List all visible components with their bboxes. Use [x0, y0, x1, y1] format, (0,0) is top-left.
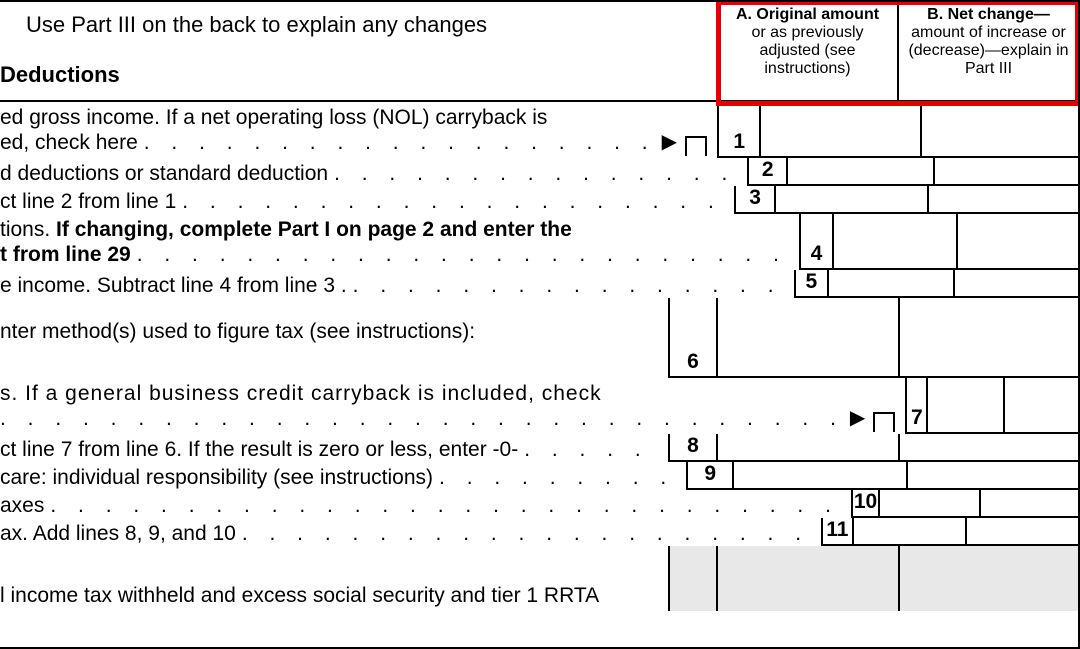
line-1-amount-b[interactable] — [922, 102, 1078, 158]
last-amount-b-greyed — [900, 546, 1078, 611]
line-5-amount-b[interactable] — [955, 270, 1078, 298]
col-header-a: A. Original amountor as previously adjus… — [718, 0, 899, 100]
line-4-text-bold: If changing, complete Part I on page 2 a… — [56, 218, 572, 241]
line-7-text-a: s. If a general business credit carrybac… — [0, 380, 899, 407]
line-4-amount-a[interactable] — [834, 214, 958, 270]
line-4-number: 4 — [799, 214, 834, 270]
method-text-a: nter method(s) used to figure tax (see i… — [0, 318, 662, 345]
arrow-icon: ▶ — [662, 131, 677, 156]
line-4-amount-b[interactable] — [958, 214, 1078, 270]
line-6-number: 6 — [668, 298, 718, 378]
line-1-amount-a[interactable] — [761, 102, 921, 158]
line-2-number: 2 — [747, 158, 788, 186]
line-2-amount-a[interactable] — [788, 158, 935, 186]
last-number-greyed — [668, 546, 718, 611]
header-instruction-area: Use Part III on the back to explain any … — [0, 2, 716, 102]
col-b-sub: amount of increase or (decrease)—explain… — [908, 24, 1068, 77]
line-3-number: 3 — [734, 186, 777, 214]
last-row: l income tax withheld and excess social … — [0, 546, 1078, 611]
line-5-number: 5 — [794, 270, 830, 298]
line-1-row: ed gross income. If a net operating loss… — [0, 102, 1078, 158]
line-11-text: ax. Add lines 8, 9, and 10. . . . . . . … — [0, 518, 821, 546]
line-11-text-a: ax. Add lines 8, 9, and 10 — [0, 520, 236, 547]
line-9-text-a: care: individual responsibility (see ins… — [0, 464, 433, 491]
line-10-amount-a[interactable] — [880, 490, 981, 518]
line-11-amount-a[interactable] — [854, 518, 968, 546]
line-7-row: s. If a general business credit carrybac… — [0, 378, 1078, 434]
line-4-text: tions. If changing, complete Part I on p… — [0, 214, 799, 270]
top-row: Use Part III on the back to explain any … — [0, 2, 1078, 102]
line-3-text: ct line 2 from line 1. . . . . . . . . .… — [0, 186, 734, 214]
line-3-text-a: ct line 2 from line 1 — [0, 188, 176, 215]
use-part-iii-text: Use Part III on the back to explain any … — [26, 12, 704, 38]
line-8-text-a: ct line 7 from line 6. If the result is … — [0, 436, 518, 463]
line-11-amount-b[interactable] — [967, 518, 1078, 546]
line-9-amount-a[interactable] — [734, 462, 908, 490]
arrow-icon: ▶ — [850, 407, 865, 432]
line-5-amount-a[interactable] — [829, 270, 955, 298]
line-8-amount-b[interactable] — [900, 434, 1078, 462]
method-row: nter method(s) used to figure tax (see i… — [0, 298, 1078, 378]
line-11-number: 11 — [821, 518, 854, 546]
last-text: l income tax withheld and excess social … — [0, 546, 668, 611]
col-b-title: B. Net change— — [927, 6, 1050, 23]
line-7-text: s. If a general business credit carrybac… — [0, 378, 905, 434]
line-3-row: ct line 2 from line 1. . . . . . . . . .… — [0, 186, 1078, 214]
line-11-row: ax. Add lines 8, 9, and 10. . . . . . . … — [0, 518, 1078, 546]
line-2-text-a: d deductions or standard deduction — [0, 160, 328, 187]
line-10-text: axes. . . . . . . . . . . . . . . . . . … — [0, 490, 851, 518]
line-5-text: e income. Subtract line 4 from line 3 ..… — [0, 270, 794, 298]
col-a-title: A. Original amount — [736, 6, 879, 23]
line-1-text: ed gross income. If a net operating loss… — [0, 102, 717, 158]
line-10-number: 10 — [851, 490, 880, 518]
line-3-amount-a[interactable] — [776, 186, 929, 214]
line-7-amount-b[interactable] — [1005, 378, 1078, 434]
deductions-heading: Deductions — [0, 62, 704, 88]
line-3-amount-b[interactable] — [929, 186, 1078, 214]
line-1-text-b: ed, check here — [0, 131, 138, 156]
line-9-text: care: individual responsibility (see ins… — [0, 462, 686, 490]
line-9-number: 9 — [686, 462, 734, 490]
line-6-amount-a[interactable] — [718, 298, 900, 378]
line-9-amount-b[interactable] — [908, 462, 1078, 490]
line-2-amount-b[interactable] — [935, 158, 1078, 186]
line-7-checkbox[interactable] — [873, 412, 895, 432]
line-1-text-a: ed gross income. If a net operating loss… — [0, 104, 711, 131]
column-headers: A. Original amountor as previously adjus… — [716, 0, 1078, 102]
line-8-amount-a[interactable] — [718, 434, 900, 462]
line-7-number: 7 — [905, 378, 928, 434]
line-4-text-b: t from line 29 — [0, 243, 131, 268]
method-text: nter method(s) used to figure tax (see i… — [0, 298, 668, 378]
line-5-row: e income. Subtract line 4 from line 3 ..… — [0, 270, 1078, 298]
line-7-amount-a[interactable] — [928, 378, 1004, 434]
col-a-sub: or as previously adjusted (see instructi… — [751, 24, 863, 77]
line-4-text-a: tions. — [0, 218, 50, 241]
line-10-text-a: axes — [0, 492, 44, 519]
line-6-amount-b[interactable] — [900, 298, 1078, 378]
line-10-row: axes. . . . . . . . . . . . . . . . . . … — [0, 490, 1078, 518]
line-8-number: 8 — [668, 434, 718, 462]
line-2-text: d deductions or standard deduction. . . … — [0, 158, 747, 186]
line-10-amount-b[interactable] — [981, 490, 1078, 518]
col-header-b: B. Net change—amount of increase or (dec… — [899, 0, 1078, 100]
last-amount-a-greyed — [718, 546, 900, 611]
line-9-row: care: individual responsibility (see ins… — [0, 462, 1078, 490]
line-8-text: ct line 7 from line 6. If the result is … — [0, 434, 668, 462]
form-page: Use Part III on the back to explain any … — [0, 0, 1080, 649]
line-4-row: tions. If changing, complete Part I on p… — [0, 214, 1078, 270]
line-1-checkbox[interactable] — [685, 136, 707, 156]
line-2-row: d deductions or standard deduction. . . … — [0, 158, 1078, 186]
line-1-number: 1 — [717, 102, 761, 158]
line-5-text-a: e income. Subtract line 4 from line 3 . — [0, 272, 347, 299]
last-text-a: l income tax withheld and excess social … — [0, 582, 662, 609]
line-8-row: ct line 7 from line 6. If the result is … — [0, 434, 1078, 462]
